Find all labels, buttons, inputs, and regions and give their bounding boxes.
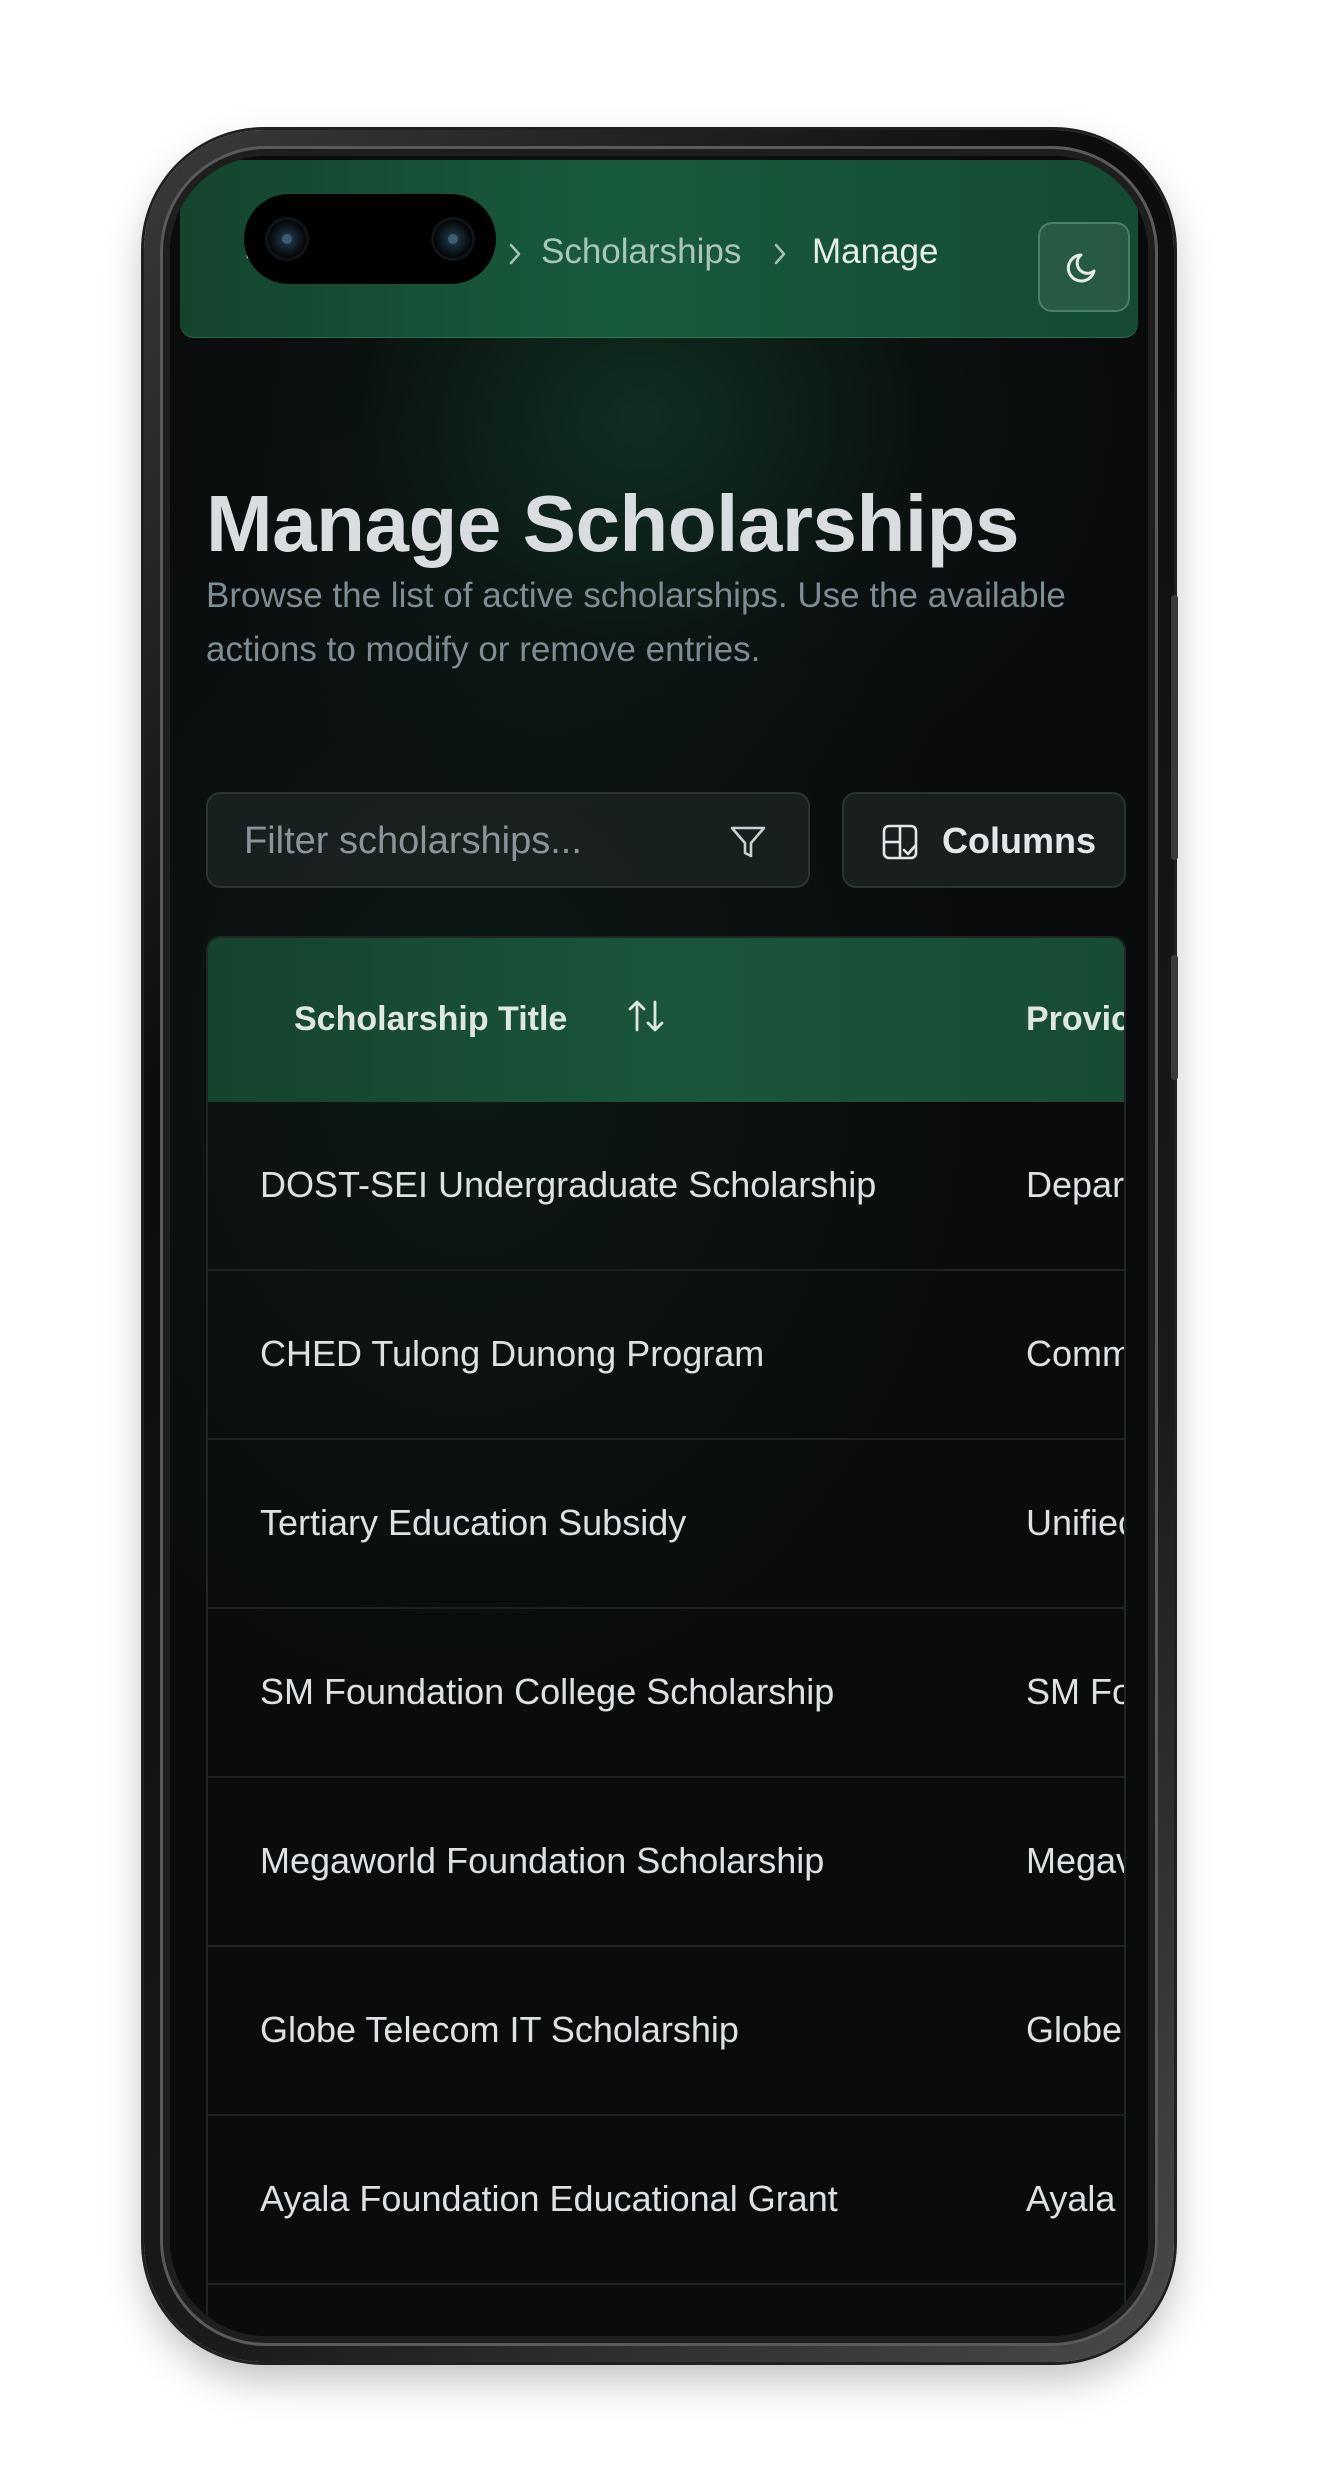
filter-input[interactable] bbox=[242, 794, 726, 888]
column-header-title[interactable]: Scholarship Title bbox=[294, 1000, 567, 1039]
filter-icon[interactable] bbox=[728, 822, 768, 862]
cell-provider: SM Fo bbox=[1026, 1671, 1126, 1712]
cell-scholarship-title: Ayala Foundation Educational Grant bbox=[260, 2178, 838, 2219]
cell-provider: Unifiec bbox=[1026, 1502, 1126, 1543]
chevron-right-icon bbox=[506, 240, 524, 273]
scholarships-table: Scholarship Title Provic DOST-SEI Underg… bbox=[206, 936, 1126, 2336]
table-row[interactable]: CHED Tulong Dunong Program Comm bbox=[208, 1271, 1126, 1440]
theme-toggle-button[interactable] bbox=[1038, 222, 1130, 312]
breadcrumb-current-page: Manage bbox=[812, 232, 939, 271]
cell-provider: Depar bbox=[1026, 1164, 1125, 1205]
cell-scholarship-title: Megaworld Foundation Scholarship bbox=[260, 1840, 825, 1881]
columns-button[interactable]: Columns bbox=[842, 792, 1126, 888]
cell-scholarship-title: Globe Telecom IT Scholarship bbox=[260, 2009, 739, 2050]
table-row[interactable]: DOST-SEI Undergraduate Scholarship Depar bbox=[208, 1102, 1125, 1271]
column-header-provider[interactable]: Provic bbox=[1026, 1000, 1124, 1039]
cell-provider: Globe bbox=[1026, 2009, 1123, 2050]
page-description: Browse the list of active scholarships. … bbox=[206, 576, 1066, 669]
table-row[interactable]: Tertiary Education Subsidy Unifiec bbox=[208, 1440, 1126, 1609]
app-screen: Scholarships Manage Manage Scholarships … bbox=[170, 156, 1148, 2336]
table-row[interactable] bbox=[208, 2285, 1124, 2336]
breadcrumb-link-scholarships[interactable]: Scholarships bbox=[541, 232, 741, 272]
cell-scholarship-title: DOST-SEI Undergraduate Scholarship bbox=[260, 1164, 877, 1205]
columns-icon bbox=[882, 824, 918, 860]
cell-provider: Ayala I bbox=[1026, 2178, 1126, 2219]
table-header-row: Scholarship Title Provic bbox=[208, 938, 1124, 1102]
table-row[interactable]: Globe Telecom IT Scholarship Globe bbox=[208, 1947, 1124, 2116]
chevron-right-icon bbox=[771, 240, 789, 273]
top-header: Scholarships Manage bbox=[180, 160, 1138, 338]
filter-field[interactable] bbox=[206, 792, 810, 888]
moon-icon bbox=[1066, 253, 1096, 283]
cell-provider: Megav bbox=[1026, 1840, 1126, 1881]
table-body: DOST-SEI Undergraduate Scholarship Depar… bbox=[208, 1102, 1126, 2336]
camera-lens bbox=[434, 220, 472, 258]
cell-scholarship-title: Tertiary Education Subsidy bbox=[260, 1502, 687, 1543]
phone-side-button bbox=[1171, 955, 1178, 1080]
columns-button-label: Columns bbox=[942, 820, 1097, 861]
table-row[interactable]: SM Foundation College Scholarship SM Fo bbox=[208, 1609, 1126, 1778]
table-row[interactable]: Megaworld Foundation Scholarship Megav bbox=[208, 1778, 1126, 1947]
table-row[interactable]: Ayala Foundation Educational Grant Ayala… bbox=[208, 2116, 1126, 2285]
sort-icon[interactable] bbox=[624, 994, 668, 1038]
phone-side-button bbox=[1171, 595, 1178, 860]
cell-scholarship-title: SM Foundation College Scholarship bbox=[260, 1671, 835, 1712]
camera-lens bbox=[268, 220, 306, 258]
camera-cutout bbox=[244, 194, 496, 284]
page-title: Manage Scholarships bbox=[206, 478, 1019, 568]
cell-provider: Comm bbox=[1026, 1333, 1126, 1374]
cell-scholarship-title: CHED Tulong Dunong Program bbox=[260, 1333, 765, 1374]
